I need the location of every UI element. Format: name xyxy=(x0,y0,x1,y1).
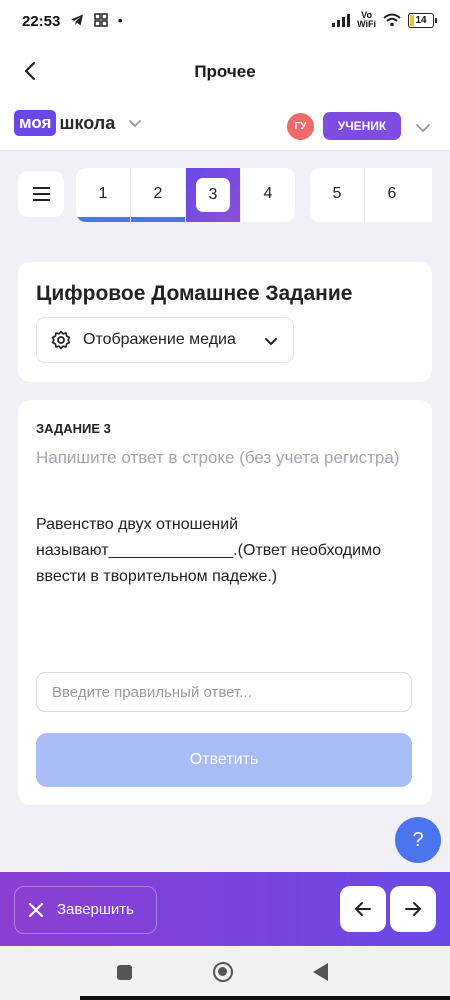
task-card: ЗАДАНИЕ 3 Напишите ответ в строке (без у… xyxy=(18,400,432,805)
notification-icons: • xyxy=(70,12,129,28)
media-display-label: Отображение медиа xyxy=(83,331,236,348)
logo-box: моя xyxy=(14,110,57,136)
grid-icon xyxy=(94,13,108,27)
home-icon[interactable] xyxy=(213,962,233,982)
tab-label: 1 xyxy=(98,185,108,202)
chevron-down-icon[interactable] xyxy=(414,118,432,136)
wifi-icon xyxy=(383,13,401,27)
tab-label: 4 xyxy=(263,185,273,202)
app-bar: Прочее xyxy=(0,46,450,98)
recent-apps-icon[interactable] xyxy=(117,965,132,980)
dot-icon: • xyxy=(117,12,129,28)
tab-task-1[interactable]: 1 xyxy=(76,168,131,222)
task-question: Равенство двух отношений называют_______… xyxy=(36,516,381,585)
menu-button[interactable] xyxy=(18,171,64,217)
battery-level: 14 xyxy=(415,14,427,26)
signal-icon xyxy=(332,13,351,27)
tab-label: 3 xyxy=(196,178,230,212)
system-icons: Vo WiFi 14 xyxy=(332,10,437,29)
tab-task-2[interactable]: 2 xyxy=(131,168,186,222)
arrow-left-icon xyxy=(355,902,371,916)
task-hint: Напишите ответ в строке (без учета регис… xyxy=(36,448,400,467)
status-bar: 22:53 • Vo WiFi 14 xyxy=(0,0,450,46)
homework-card: Цифровое Домашнее Задание Отображение ме… xyxy=(18,262,432,382)
avatar[interactable]: ГУ xyxy=(287,113,314,140)
arrow-right-icon xyxy=(405,902,421,916)
battery-icon: 14 xyxy=(408,12,437,28)
tab-task-3[interactable]: 3 xyxy=(186,168,241,222)
task-tabs-group-2: 5 6 xyxy=(310,168,432,222)
telegram-icon xyxy=(71,14,83,26)
status-time: 22:53 xyxy=(22,13,61,30)
page-title: Прочее xyxy=(194,62,256,81)
role-badge[interactable]: УЧЕНИК xyxy=(323,112,401,140)
close-icon xyxy=(28,902,44,918)
logo-text: школа xyxy=(59,112,116,133)
chevron-down-icon xyxy=(265,338,277,346)
tab-task-5[interactable]: 5 xyxy=(310,168,365,222)
tab-task-6[interactable]: 6 xyxy=(365,168,419,222)
vowifi-icon: Vo WiFi xyxy=(357,10,376,29)
homework-title: Цифровое Домашнее Задание xyxy=(36,282,353,305)
gesture-bar xyxy=(80,996,450,1000)
media-display-dropdown[interactable]: Отображение медиа xyxy=(36,317,294,363)
system-back-icon[interactable] xyxy=(313,963,328,981)
tab-label: 6 xyxy=(387,185,397,202)
tab-label: 2 xyxy=(153,185,163,202)
school-logo[interactable]: моя школа xyxy=(14,110,143,136)
bottom-action-bar: Завершить xyxy=(0,872,450,946)
next-task-button[interactable] xyxy=(390,886,436,932)
tab-task-4[interactable]: 4 xyxy=(241,168,295,222)
submit-button[interactable]: Ответить xyxy=(36,733,412,787)
prev-task-button[interactable] xyxy=(340,886,386,932)
chevron-down-icon xyxy=(129,120,142,128)
tab-label: 5 xyxy=(332,185,342,202)
system-nav-bar xyxy=(0,946,450,1000)
answer-input[interactable] xyxy=(36,672,412,712)
task-label: ЗАДАНИЕ 3 xyxy=(36,421,111,436)
task-tabs-group-1: 1 2 3 4 xyxy=(76,168,295,222)
help-button[interactable]: ? xyxy=(395,817,441,863)
finish-label: Завершить xyxy=(57,901,134,918)
gear-icon xyxy=(51,330,71,350)
finish-button[interactable]: Завершить xyxy=(14,886,157,934)
